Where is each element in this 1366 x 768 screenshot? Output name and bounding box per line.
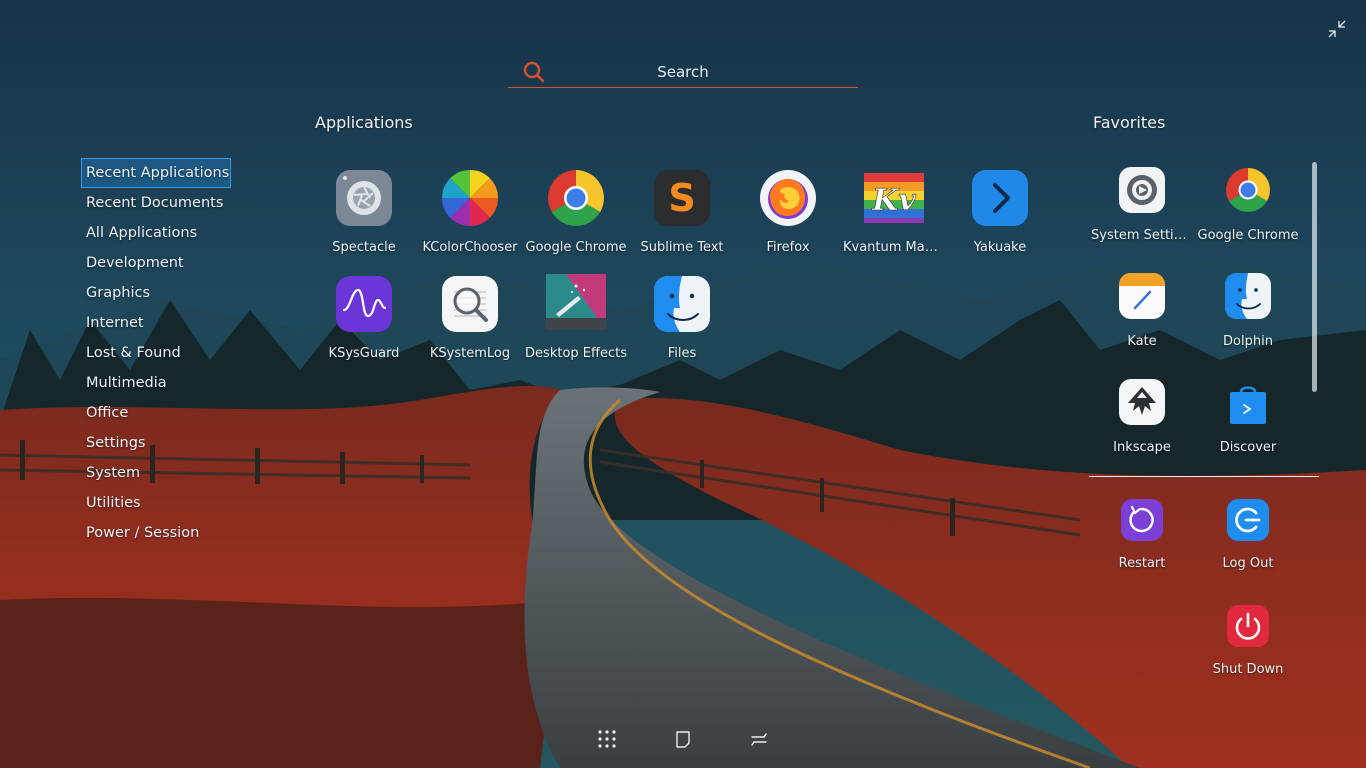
category-recent-applications[interactable]: Recent Applications xyxy=(81,158,231,188)
switch-layout-icon[interactable] xyxy=(748,728,770,750)
search-bar[interactable] xyxy=(508,58,858,88)
fav-tile-inkscape[interactable]: Inkscape xyxy=(1089,372,1195,478)
chrome-icon xyxy=(1226,168,1270,212)
favorites-title: Favorites xyxy=(1093,113,1166,132)
app-tile-firefox[interactable]: Firefox xyxy=(735,164,841,270)
category-system[interactable]: System xyxy=(81,458,281,488)
fav-tile-dolphin[interactable]: Dolphin xyxy=(1195,266,1301,372)
category-all-applications[interactable]: All Applications xyxy=(81,218,281,248)
category-power-session[interactable]: Power / Session xyxy=(81,518,281,548)
category-lost-and-found[interactable]: Lost & Found xyxy=(81,338,281,368)
kvantum-icon: Kv xyxy=(864,173,924,223)
dolphin-icon xyxy=(1225,273,1271,319)
power-label: Log Out xyxy=(1222,556,1274,571)
apps-grid-icon[interactable] xyxy=(596,728,618,750)
kvantum-logo-text: Kv xyxy=(871,183,916,218)
app-label: Google Chrome xyxy=(525,240,627,255)
power-tile-shutdown[interactable]: Shut Down xyxy=(1195,598,1301,704)
sublime-logo-letter: S xyxy=(668,176,695,220)
app-label: KSysGuard xyxy=(328,346,400,361)
app-tile-ksystemlog[interactable]: KSystemLog xyxy=(417,270,523,376)
category-office[interactable]: Office xyxy=(81,398,281,428)
files-icon xyxy=(654,276,710,332)
app-label: Sublime Text xyxy=(640,240,724,255)
app-label: KSystemLog xyxy=(429,346,511,361)
fav-tile-system-settings[interactable]: System Settings xyxy=(1089,160,1195,266)
search-icon xyxy=(523,61,545,83)
power-label: Restart xyxy=(1118,556,1166,571)
applications-title: Applications xyxy=(315,113,413,132)
chrome-icon xyxy=(548,170,604,226)
collapse-icon[interactable] xyxy=(1326,18,1348,40)
favorites-scrollbar[interactable] xyxy=(1312,162,1317,392)
app-tile-yakuake[interactable]: Yakuake xyxy=(947,164,1053,270)
kcolorchooser-icon xyxy=(442,170,498,226)
power-actions: Restart Log Out Shut Down xyxy=(1089,492,1301,704)
fav-tile-google-chrome[interactable]: Google Chrome xyxy=(1195,160,1301,266)
sublime-text-icon: S xyxy=(654,170,710,226)
fav-label: Inkscape xyxy=(1113,440,1171,455)
fav-tile-kate[interactable]: Kate xyxy=(1089,266,1195,372)
firefox-icon xyxy=(760,170,816,226)
logout-icon xyxy=(1227,499,1269,541)
category-list: Recent Applications Recent Documents All… xyxy=(81,158,281,548)
app-label: Desktop Effects xyxy=(525,346,627,361)
ksysguard-icon xyxy=(336,276,392,332)
app-tile-files[interactable]: Files xyxy=(629,270,735,376)
show-desktop-icon[interactable] xyxy=(672,728,694,750)
app-tile-spectacle[interactable]: Spectacle xyxy=(311,164,417,270)
system-settings-icon xyxy=(1119,167,1165,213)
app-tile-ksysguard[interactable]: KSysGuard xyxy=(311,270,417,376)
category-graphics[interactable]: Graphics xyxy=(81,278,281,308)
app-tile-desktop-effects[interactable]: Desktop Effects xyxy=(523,270,629,376)
ksystemlog-icon xyxy=(442,276,498,332)
power-label: Shut Down xyxy=(1212,662,1284,677)
app-tile-google-chrome[interactable]: Google Chrome xyxy=(523,164,629,270)
app-tile-kvantum-manager[interactable]: Kv Kvantum Man... xyxy=(841,164,947,270)
app-label: KColorChooser xyxy=(422,240,518,255)
app-label: Spectacle xyxy=(332,240,396,255)
category-internet[interactable]: Internet xyxy=(81,308,281,338)
favorites-panel: System Settings Google Chrome Kate Dolph… xyxy=(1089,160,1319,677)
search-input[interactable] xyxy=(548,58,818,86)
fav-label: Discover xyxy=(1219,440,1277,455)
category-development[interactable]: Development xyxy=(81,248,281,278)
yakuake-icon xyxy=(972,170,1028,226)
app-tile-kcolorchooser[interactable]: KColorChooser xyxy=(417,164,523,270)
inkscape-icon xyxy=(1119,379,1165,425)
fav-label: Kate xyxy=(1127,334,1157,349)
app-label: Kvantum Man... xyxy=(843,240,946,255)
kate-icon xyxy=(1119,273,1165,319)
category-recent-documents[interactable]: Recent Documents xyxy=(81,188,281,218)
power-tile-logout[interactable]: Log Out xyxy=(1195,492,1301,598)
desktop-effects-icon xyxy=(546,274,606,330)
category-multimedia[interactable]: Multimedia xyxy=(81,368,281,398)
shutdown-icon xyxy=(1227,605,1269,647)
power-tile-restart[interactable]: Restart xyxy=(1089,492,1195,598)
discover-icon xyxy=(1230,386,1266,424)
fav-label: System Settings xyxy=(1091,228,1195,243)
fav-label: Google Chrome xyxy=(1197,228,1299,243)
category-settings[interactable]: Settings xyxy=(81,428,281,458)
applications-grid: Spectacle KColorChooser Google Chrome S … xyxy=(311,164,1056,376)
app-label: Yakuake xyxy=(973,240,1027,255)
app-tile-sublime-text[interactable]: S Sublime Text xyxy=(629,164,735,270)
app-label: Firefox xyxy=(766,240,810,255)
fav-label: Dolphin xyxy=(1223,334,1273,349)
category-utilities[interactable]: Utilities xyxy=(81,488,281,518)
spectacle-icon xyxy=(336,170,392,226)
fav-tile-discover[interactable]: Discover xyxy=(1195,372,1301,478)
app-label: Files xyxy=(667,346,697,361)
favorites-separator xyxy=(1089,476,1319,477)
restart-icon xyxy=(1121,499,1163,541)
